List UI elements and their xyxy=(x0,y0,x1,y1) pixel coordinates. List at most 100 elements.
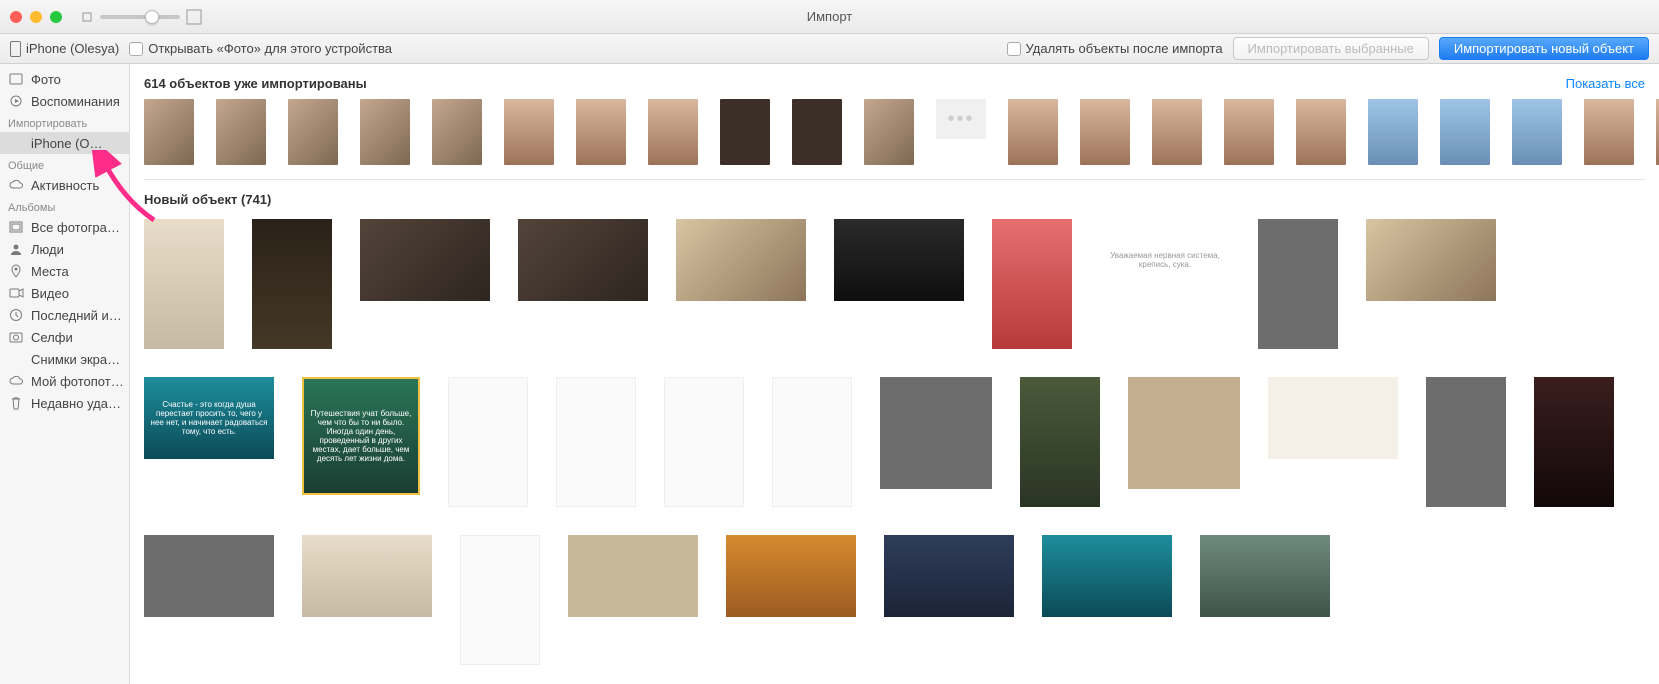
grid-item[interactable] xyxy=(252,219,332,349)
grid-item[interactable] xyxy=(448,377,528,507)
new-objects-grid: Уважаемая нервная система, крепись, сука… xyxy=(144,219,1645,665)
sidebar-item-label: Места xyxy=(31,264,69,279)
grid-item[interactable] xyxy=(992,219,1072,349)
sidebar-item-places[interactable]: Места xyxy=(0,260,129,282)
thumbnail[interactable] xyxy=(1368,99,1418,165)
photos-icon xyxy=(8,71,24,87)
cloud-icon xyxy=(8,177,24,193)
already-imported-strip: ••• xyxy=(144,99,1645,175)
show-all-link[interactable]: Показать все xyxy=(1566,76,1645,91)
thumbnail[interactable] xyxy=(504,99,554,165)
selfie-icon xyxy=(8,329,24,345)
sidebar-item-recently-deleted[interactable]: Недавно уда… xyxy=(0,392,129,414)
sidebar: Фото Воспоминания Импортировать iPhone (… xyxy=(0,64,130,684)
grid-item[interactable] xyxy=(518,219,648,301)
grid-item[interactable] xyxy=(1200,535,1330,617)
thumbnail[interactable] xyxy=(1296,99,1346,165)
grid-item[interactable] xyxy=(1128,377,1240,489)
import-new-button[interactable]: Импортировать новый объект xyxy=(1439,37,1649,60)
sidebar-item-iphone[interactable]: iPhone (O… xyxy=(0,132,129,154)
sidebar-item-photostream[interactable]: Мой фотопот… xyxy=(0,370,129,392)
checkbox-icon xyxy=(129,42,143,56)
open-photos-checkbox[interactable]: Открывать «Фото» для этого устройства xyxy=(129,41,392,56)
grid-item[interactable] xyxy=(144,219,224,349)
sidebar-item-video[interactable]: Видео xyxy=(0,282,129,304)
places-icon xyxy=(8,263,24,279)
sidebar-item-label: Видео xyxy=(31,286,69,301)
thumbnail[interactable] xyxy=(144,99,194,165)
all-photos-icon xyxy=(8,219,24,235)
sidebar-item-selfie[interactable]: Селфи xyxy=(0,326,129,348)
thumbnail[interactable] xyxy=(432,99,482,165)
grid-item[interactable]: Счастье - это когда душа перестает проси… xyxy=(144,377,274,459)
sidebar-item-label: Люди xyxy=(31,242,64,257)
thumbnail[interactable] xyxy=(792,99,842,165)
thumbnail[interactable] xyxy=(648,99,698,165)
grid-item[interactable] xyxy=(726,535,856,617)
sidebar-item-label: Все фотогра… xyxy=(31,220,120,235)
thumbnail[interactable] xyxy=(864,99,914,165)
grid-item[interactable] xyxy=(1258,219,1338,349)
grid-item[interactable] xyxy=(884,535,1014,617)
thumbnail[interactable] xyxy=(1512,99,1562,165)
section-divider xyxy=(144,179,1645,180)
sidebar-item-activity[interactable]: Активность xyxy=(0,174,129,196)
cloud-icon xyxy=(8,373,24,389)
import-selected-button[interactable]: Импортировать выбранные xyxy=(1233,37,1429,60)
sidebar-item-people[interactable]: Люди xyxy=(0,238,129,260)
sidebar-group-shared: Общие xyxy=(0,154,129,174)
grid-item[interactable] xyxy=(1366,219,1496,301)
window-title: Импорт xyxy=(0,9,1659,24)
thumbnail[interactable] xyxy=(216,99,266,165)
memories-icon xyxy=(8,93,24,109)
sidebar-item-label: Активность xyxy=(31,178,99,193)
grid-item[interactable] xyxy=(1042,535,1172,617)
thumbnail[interactable] xyxy=(1440,99,1490,165)
sidebar-item-photos[interactable]: Фото xyxy=(0,68,129,90)
sidebar-item-last-import[interactable]: Последний и… xyxy=(0,304,129,326)
grid-item[interactable]: Путешествия учат больше, чем что бы то н… xyxy=(302,377,420,495)
grid-item[interactable] xyxy=(1534,377,1614,507)
more-thumbnails-icon[interactable]: ••• xyxy=(936,99,986,139)
grid-item[interactable] xyxy=(1426,377,1506,507)
video-icon xyxy=(8,285,24,301)
grid-item[interactable] xyxy=(1020,377,1100,507)
grid-item[interactable] xyxy=(144,535,274,617)
grid-item[interactable] xyxy=(302,535,432,617)
grid-item[interactable] xyxy=(568,535,698,617)
thumbnail[interactable] xyxy=(1080,99,1130,165)
delete-after-import-checkbox[interactable]: Удалять объекты после импорта xyxy=(1007,41,1223,56)
sidebar-item-label: Снимки экра… xyxy=(31,352,120,367)
grid-item[interactable] xyxy=(772,377,852,507)
main-content: 614 объектов уже импортированы Показать … xyxy=(130,64,1659,684)
trash-icon xyxy=(8,395,24,411)
thumbnail[interactable] xyxy=(720,99,770,165)
imported-section-title: 614 объектов уже импортированы xyxy=(144,76,367,91)
grid-item[interactable]: Уважаемая нервная система, крепись, сука… xyxy=(1100,219,1230,301)
sidebar-item-all-photos[interactable]: Все фотогра… xyxy=(0,216,129,238)
grid-item[interactable] xyxy=(834,219,964,301)
thumbnail[interactable] xyxy=(360,99,410,165)
grid-item[interactable] xyxy=(664,377,744,507)
grid-item[interactable] xyxy=(460,535,540,665)
titlebar: Импорт xyxy=(0,0,1659,34)
thumbnail[interactable] xyxy=(1152,99,1202,165)
thumbnail[interactable] xyxy=(1584,99,1634,165)
sidebar-item-label: Селфи xyxy=(31,330,73,345)
thumbnail[interactable] xyxy=(576,99,626,165)
people-icon xyxy=(8,241,24,257)
grid-item[interactable] xyxy=(676,219,806,301)
thumbnail[interactable] xyxy=(288,99,338,165)
thumbnail[interactable] xyxy=(1224,99,1274,165)
sidebar-item-screenshots[interactable]: Снимки экра… xyxy=(0,348,129,370)
grid-item[interactable] xyxy=(556,377,636,507)
grid-item[interactable] xyxy=(1268,377,1398,459)
device-name: iPhone (Olesya) xyxy=(26,41,119,56)
sidebar-item-label: Мой фотопот… xyxy=(31,374,124,389)
thumbnail[interactable] xyxy=(1008,99,1058,165)
grid-item[interactable] xyxy=(360,219,490,301)
delete-after-label: Удалять объекты после импорта xyxy=(1026,41,1223,56)
grid-item[interactable] xyxy=(880,377,992,489)
sidebar-item-memories[interactable]: Воспоминания xyxy=(0,90,129,112)
clock-icon xyxy=(8,307,24,323)
